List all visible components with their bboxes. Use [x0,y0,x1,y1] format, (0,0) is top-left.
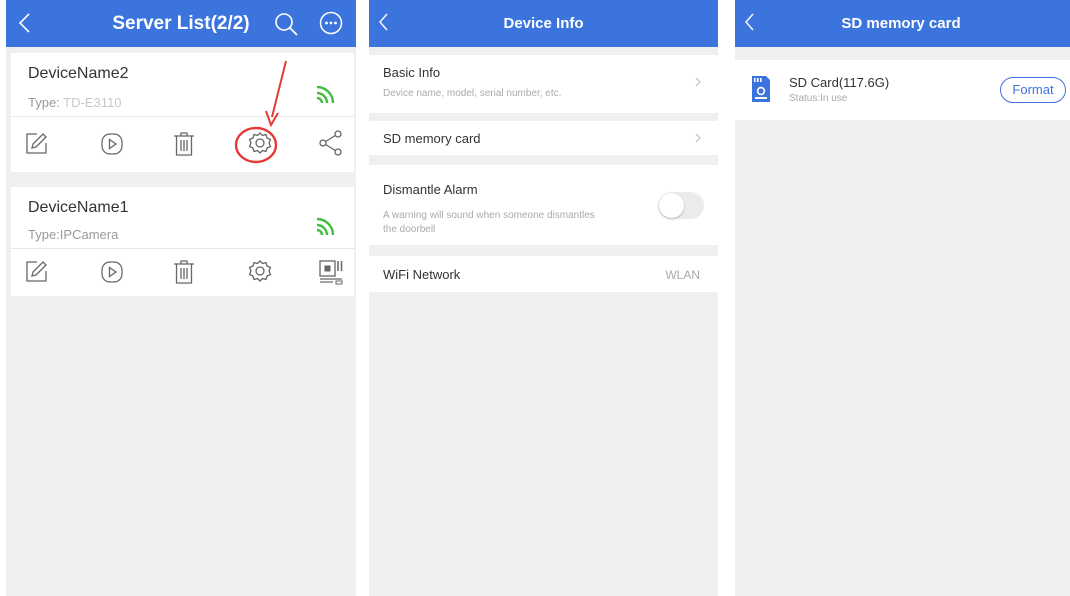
basic-info-row[interactable]: Basic Info Device name, model, serial nu… [369,55,718,113]
edit-icon[interactable] [25,131,49,155]
sd-memory-card-row[interactable]: SD memory card [369,121,718,155]
device-info-screen: Device Info Basic Info Device name, mode… [369,0,718,596]
sd-memory-card-label: SD memory card [383,131,481,146]
sd-card-status: Status:In use [789,93,848,104]
dismantle-alarm-description-line: A warning will sound when someone disman… [383,210,595,221]
dismantle-alarm-description-line: the doorbell [383,224,436,235]
dismantle-alarm-row: Dismantle Alarm A warning will sound whe… [369,165,718,245]
device-name: DeviceName2 [28,65,129,82]
device-type-value: TD-E3110 [59,95,122,110]
sd-card-row: SD Card(117.6G) Status:In use Format [735,60,1070,120]
dismantle-alarm-toggle[interactable] [658,192,704,219]
page-title: Server List(2/2) [112,13,250,34]
page-title: Device Info [503,15,584,32]
device-type-value: IPCamera [59,227,119,242]
basic-info-label: Basic Info [383,65,441,80]
sd-memory-card-screen: SD memory card SD Card(117.6G) Status:In… [735,0,1070,596]
server-list-screen: Server List(2/2) DeviceName2 Type: TD-E3… [6,0,356,596]
settings-icon[interactable] [247,259,273,285]
signal-icon [313,77,343,107]
device-name: DeviceName1 [28,199,129,216]
device-card[interactable]: DeviceName1 Type:IPCamera [11,187,354,296]
chevron-right-icon [694,132,702,144]
wifi-network-label: WiFi Network [383,267,461,282]
wifi-network-row[interactable]: WiFi Network WLAN [369,256,718,292]
dismantle-alarm-label: Dismantle Alarm [383,182,478,197]
device-type-label: Type: [28,95,60,110]
toggle-knob [659,193,684,218]
divider [11,248,354,249]
sd-memory-card-header: SD memory card [735,0,1070,47]
play-icon[interactable] [100,260,124,284]
device-type-label: Type: [28,227,60,242]
device-info-header: Device Info [369,0,718,47]
chevron-right-icon [694,76,702,88]
sd-card-icon [750,74,772,104]
device-type: Type: TD-E3110 [28,95,121,110]
page-title: SD memory card [841,15,961,32]
device-type: Type:IPCamera [28,227,118,242]
basic-info-description: Device name, model, serial number, etc. [383,88,562,99]
qrcode-icon[interactable] [318,259,344,285]
play-icon[interactable] [100,132,124,156]
trash-icon[interactable] [172,259,196,285]
sd-card-name: SD Card(117.6G) [789,75,890,90]
more-icon[interactable] [319,11,343,35]
edit-icon[interactable] [25,259,49,283]
annotation-arrow [234,60,287,164]
dismantle-alarm-description: A warning will sound when someone disman… [383,209,595,237]
share-icon[interactable] [318,130,344,156]
search-icon[interactable] [273,11,299,37]
server-list-header: Server List(2/2) [6,0,356,47]
signal-icon [313,209,343,239]
format-button[interactable]: Format [1000,77,1066,103]
wifi-network-value: WLAN [665,268,700,282]
trash-icon[interactable] [172,131,196,157]
